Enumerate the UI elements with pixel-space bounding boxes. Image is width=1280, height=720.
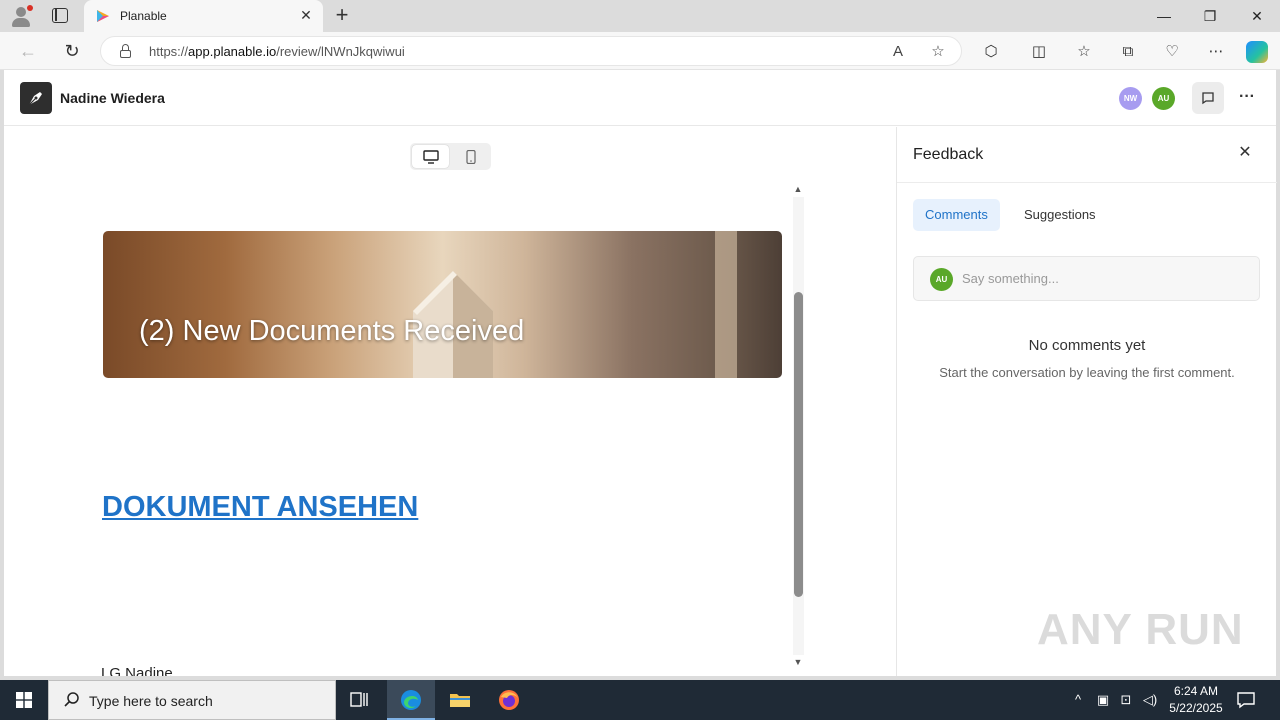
- clock-time: 6:24 AM: [1173, 684, 1219, 698]
- windows-logo-icon: [16, 692, 32, 708]
- comments-toggle-button[interactable]: [1192, 82, 1224, 114]
- comment-input[interactable]: AU Say something...: [913, 256, 1260, 301]
- email-banner-image: (2) New Documents Received: [103, 231, 782, 378]
- avatar[interactable]: AU: [1152, 87, 1175, 110]
- more-options-icon[interactable]: ···: [1234, 84, 1260, 110]
- workspace-name: Nadine Wiedera: [60, 90, 165, 106]
- copilot-icon[interactable]: [1246, 41, 1268, 63]
- volume-icon[interactable]: ◁): [1141, 691, 1159, 709]
- browser-toolbar: ← ↻ https://app.planable.io/review/lNWnJ…: [0, 32, 1280, 70]
- feedback-header: Feedback ✕: [897, 127, 1277, 183]
- close-tab-icon[interactable]: ✕: [297, 6, 315, 24]
- firefox-icon: [499, 690, 519, 710]
- avatar: AU: [930, 268, 953, 291]
- device-toggle: [410, 143, 491, 170]
- favorite-star-icon[interactable]: ☆: [928, 42, 948, 62]
- browser-tab[interactable]: Planable ✕: [84, 0, 323, 32]
- tab-suggestions[interactable]: Suggestions: [1012, 199, 1108, 231]
- taskbar-search[interactable]: Type here to search: [48, 680, 336, 720]
- desktop-view-button[interactable]: [412, 145, 449, 168]
- address-bar[interactable]: https://app.planable.io/review/lNWnJkqwi…: [100, 36, 962, 66]
- network-icon[interactable]: ⊡: [1117, 691, 1135, 709]
- start-button[interactable]: [0, 680, 48, 720]
- system-clock[interactable]: 6:24 AM 5/22/2025: [1164, 683, 1228, 717]
- edge-taskbar-button[interactable]: [387, 680, 435, 720]
- tab-actions-icon[interactable]: [52, 8, 68, 23]
- post-preview: (2) New Documents Received DOKUMENT ANSE…: [4, 127, 896, 676]
- search-icon: [64, 692, 79, 707]
- url-text[interactable]: https://app.planable.io/review/lNWnJkqwi…: [149, 44, 405, 59]
- scrollbar-thumb[interactable]: [794, 292, 803, 597]
- anyrun-watermark: ANY RUN: [1037, 605, 1244, 654]
- window-frame: [715, 231, 737, 378]
- tab-comments[interactable]: Comments: [913, 199, 1000, 231]
- workspace-logo[interactable]: [20, 82, 52, 114]
- profile-icon[interactable]: [10, 5, 33, 27]
- notifications-icon[interactable]: [1236, 690, 1256, 710]
- close-feedback-icon[interactable]: ✕: [1235, 143, 1255, 163]
- settings-more-icon[interactable]: ⋯: [1205, 41, 1227, 63]
- reload-button[interactable]: ↻: [60, 39, 84, 63]
- file-explorer-button[interactable]: [436, 680, 484, 720]
- browser-tab-strip: Planable ✕ + — ❐ ✕: [0, 0, 1280, 32]
- feedback-title: Feedback: [913, 146, 984, 163]
- app-header: Nadine Wiedera NW AU ···: [4, 70, 1276, 126]
- browser-essentials-icon[interactable]: ♡: [1161, 41, 1183, 63]
- pen-nib-icon: [28, 92, 42, 106]
- comment-icon: [1202, 92, 1214, 105]
- read-aloud-icon[interactable]: A: [888, 42, 908, 62]
- folder-icon: [450, 694, 470, 707]
- firefox-taskbar-button[interactable]: [485, 680, 533, 720]
- planable-favicon-icon: [97, 10, 109, 22]
- edge-icon: [401, 690, 421, 710]
- window-close-icon[interactable]: ✕: [1234, 0, 1280, 32]
- banner-title: (2) New Documents Received: [139, 315, 525, 347]
- clock-date: 5/22/2025: [1169, 701, 1223, 715]
- search-placeholder: Type here to search: [89, 693, 213, 709]
- favorites-icon[interactable]: ☆: [1073, 41, 1095, 63]
- comment-placeholder: Say something...: [962, 271, 1059, 286]
- new-tab-button[interactable]: +: [331, 4, 353, 26]
- extensions-icon[interactable]: ⬡: [980, 41, 1002, 63]
- view-document-link[interactable]: DOKUMENT ANSEHEN: [102, 491, 418, 524]
- empty-state-title: No comments yet: [1028, 337, 1146, 354]
- task-view-icon: [350, 692, 368, 707]
- split-screen-icon[interactable]: ◫: [1028, 41, 1050, 63]
- restore-icon[interactable]: ❐: [1187, 0, 1233, 32]
- back-button[interactable]: ←: [16, 39, 40, 63]
- desktop-icon: [423, 150, 439, 164]
- scroll-up-arrow-icon[interactable]: ▲: [792, 184, 804, 194]
- mobile-icon: [466, 150, 476, 164]
- signoff-text: LG Nadine: [101, 665, 173, 676]
- meet-now-icon[interactable]: ▣: [1094, 691, 1112, 709]
- avatar[interactable]: NW: [1119, 87, 1142, 110]
- minimize-icon[interactable]: —: [1141, 0, 1187, 32]
- task-view-button[interactable]: [336, 680, 384, 720]
- lock-icon[interactable]: [119, 44, 132, 59]
- feedback-panel: Feedback ✕ Comments Suggestions AU Say s…: [896, 127, 1277, 676]
- scroll-down-arrow-icon[interactable]: ▼: [792, 657, 804, 667]
- show-hidden-icons-icon[interactable]: ^: [1069, 691, 1087, 709]
- empty-state-subtitle: Start the conversation by leaving the fi…: [939, 365, 1235, 380]
- collections-icon[interactable]: ⧉: [1117, 41, 1139, 63]
- mobile-view-button[interactable]: [452, 145, 489, 168]
- tab-title: Planable: [120, 9, 167, 23]
- windows-taskbar: Type here to search ^ ▣ ⊡ ◁) 6:24 AM 5/2…: [0, 680, 1280, 720]
